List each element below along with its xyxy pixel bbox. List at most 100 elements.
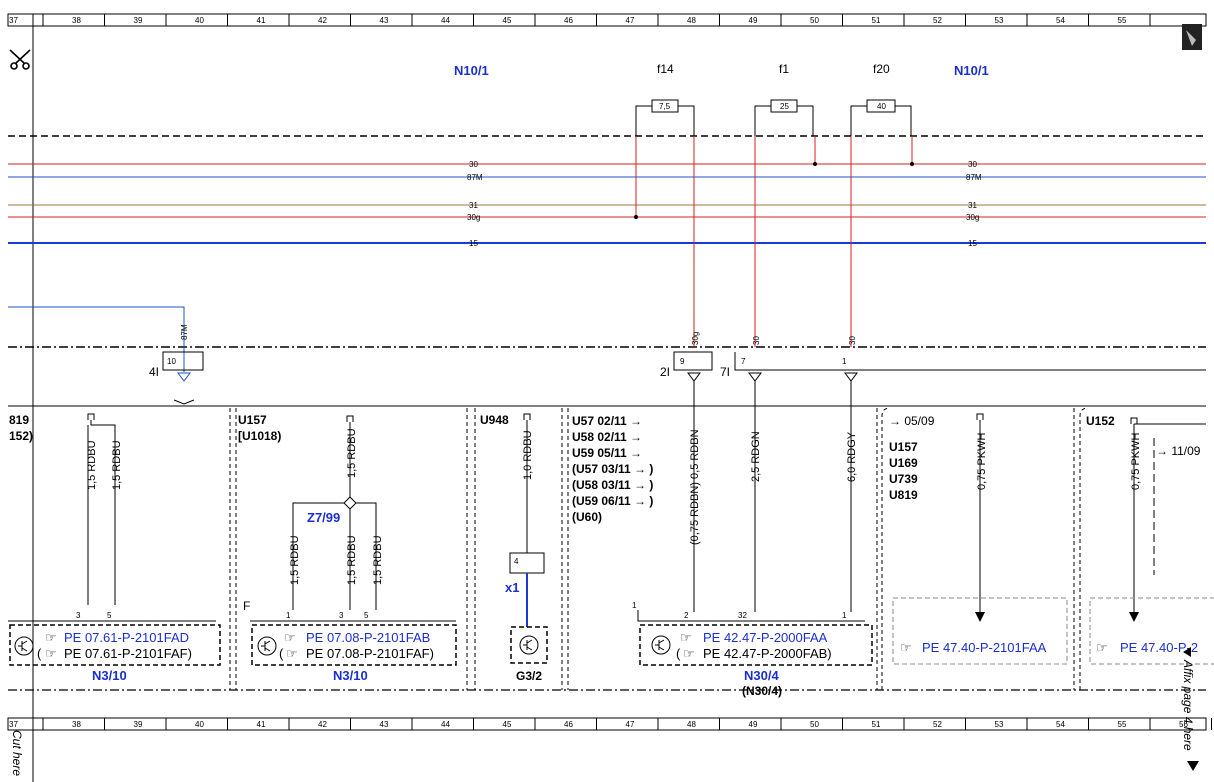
s3-conn: x1: [505, 580, 519, 595]
s2-pin-label: F: [243, 599, 250, 613]
s1-wire-1: 1,5 RDBU: [86, 440, 98, 490]
ruler-label: 53: [995, 720, 1004, 729]
s2-pe1-icon: ☞: [284, 630, 296, 645]
bus-30-label-left: 30: [469, 160, 478, 169]
s4-pin-2: 2: [684, 611, 689, 620]
fuse-f14-value: 7,5: [659, 102, 671, 111]
ruler-label: 44: [441, 16, 450, 25]
ruler-label: 51: [872, 16, 881, 25]
s4-name-2: (N30/4): [742, 684, 782, 698]
bus-31-label-right: 31: [968, 201, 977, 210]
s3-pin: 4: [514, 557, 519, 566]
s5-code-2: U169: [889, 456, 918, 470]
s2-node: Z7/99: [307, 510, 340, 525]
s4-wire-a: (0,75 RDBN) 0,5 RDBN: [689, 429, 701, 545]
connector-7i-label: 7I: [720, 365, 730, 379]
ruler-label: 38: [72, 720, 81, 729]
s5-code-4: U819: [889, 488, 918, 502]
s4-pe1[interactable]: PE 42.47-P-2000FAA: [703, 630, 828, 645]
ruler-label: 42: [318, 16, 327, 25]
transistor-icon: [257, 636, 277, 656]
connector-7i: 7I 7: [720, 352, 1206, 382]
page-corner-icon: [1182, 24, 1202, 50]
s4-wire-c: 6,0 RDGY: [846, 431, 858, 482]
splice-node: [343, 496, 357, 510]
ruler-label: 52: [933, 720, 942, 729]
s1-pe2[interactable]: PE 07.61-P-2101FAF): [64, 646, 192, 661]
bus-15: 15 15: [8, 239, 1206, 248]
ruler-top-frame: [7, 13, 1207, 27]
bus-30-label-right: 30: [968, 160, 977, 169]
bus-87m-label-left: 87M: [467, 173, 483, 182]
s6-arrow: → 11/09: [1156, 444, 1201, 458]
fuse-f20-value: 40: [877, 102, 886, 111]
s4-code-2: U58 02/11 →: [572, 430, 642, 444]
wire-label-30g: 30g: [691, 332, 700, 345]
bus-15-label-left: 15: [469, 239, 478, 248]
bus-87m-label-right: 87M: [966, 173, 982, 182]
bus-31: 31 31: [8, 201, 1206, 210]
connector-4i-pin: 10: [167, 357, 176, 366]
s2-code-1: U157: [238, 413, 267, 427]
ruler-label: 49: [749, 16, 758, 25]
section-1: 819 152) 1,5 RDBU 1,5 RDBU 3 5 ☞ PE 07.6…: [8, 408, 231, 690]
fuse-f14-name: f14: [657, 62, 674, 76]
s4-code-4: (U57 03/11 → ): [572, 462, 653, 476]
ruler-label: 37: [9, 16, 18, 25]
section-4: U57 02/11 → U58 02/11 → U59 05/11 → (U57…: [567, 381, 878, 698]
n10-left-label: N10/1: [454, 63, 489, 78]
fuse-f20-name: f20: [873, 62, 890, 76]
ruler-label: 45: [503, 16, 512, 25]
wire-label-30-b: 30: [848, 336, 857, 345]
s4-pe2[interactable]: PE 42.47-P-2000FAB): [703, 646, 832, 661]
transistor-icon: [519, 635, 539, 655]
ruler-label: 42: [318, 720, 327, 729]
wire-label-30-a: 30: [752, 336, 761, 345]
connector-2i: 2I 9: [660, 351, 713, 382]
s2-wire-1: 1,5 RDBU: [289, 535, 301, 585]
s2-pe2-icon: ☞: [286, 646, 298, 661]
s5-code-1: U157: [889, 440, 918, 454]
fuse-f1: f1 25: [754, 62, 814, 136]
section-2: U157 [U1018) 1,5 RDBU Z7/99 1,5 RDBU 1,5…: [235, 408, 468, 690]
s4-code-3: U59 05/11 →: [572, 446, 642, 460]
s5-wire: 0,75 PKWH: [976, 432, 988, 490]
s4-pin-3: 32: [738, 611, 747, 620]
s5-pe[interactable]: PE 47.40-P-2101FAA: [922, 640, 1047, 655]
fuse-bus-links: [634, 136, 914, 347]
s2-pe1[interactable]: PE 07.08-P-2101FAB: [306, 630, 430, 645]
fuse-f1-name: f1: [779, 62, 789, 76]
connector-2i-pin: 9: [680, 357, 685, 366]
s4-code-7: (U60): [572, 510, 602, 524]
ruler-label: 53: [995, 16, 1004, 25]
s5-arrow: → 05/09: [889, 414, 935, 428]
s4-code-6: (U59 06/11 → ): [572, 494, 653, 508]
ruler-label: 54: [1056, 720, 1065, 729]
scissors-icon: [9, 49, 31, 70]
s6-wire: 0,75 PKWH: [1130, 432, 1142, 490]
ruler-label: 43: [380, 720, 389, 729]
s2-wire-2: 1,5 RDBU: [346, 535, 358, 585]
ruler-label: 48: [687, 720, 696, 729]
s2-pin-3: 5: [364, 611, 369, 620]
s2-pe2[interactable]: PE 07.08-P-2101FAF): [306, 646, 434, 661]
s4-wire-b: 2,5 RDGN: [750, 431, 762, 482]
ruler-label: 39: [134, 720, 143, 729]
ruler-label: 40: [195, 16, 204, 25]
connector-7i-pin: 7: [741, 357, 746, 366]
affix-arrow-icon-2: [1187, 761, 1199, 771]
fuse-f14: f14 7,5: [635, 62, 695, 136]
s1-pe1[interactable]: PE 07.61-P-2101FAD: [64, 630, 189, 645]
s3-wire: 1,0 RDBU: [522, 430, 534, 480]
s2-wire-3: 1,5 RDBU: [372, 535, 384, 585]
fuse-f1-value: 25: [780, 102, 789, 111]
s4-pin-1: 1: [632, 601, 637, 610]
ruler-label: 37: [9, 720, 18, 729]
n10-right-label: N10/1: [954, 63, 989, 78]
section-6: U152 → 11/09 0,75 PKWH ☞ PE 47.40-P-2: [1079, 407, 1214, 690]
ruler-label: 40: [195, 720, 204, 729]
section-5: → 05/09 U157 U169 U739 U819 0,75 PKWH ☞ …: [881, 407, 1075, 690]
s2-pin-2: 3: [339, 611, 344, 620]
ruler-bottom: 37 38 39 40 41 42 43 44 45 46 47 48 49 50 51 52 53 54 55 56: [7, 717, 1212, 731]
ruler-label: 45: [503, 720, 512, 729]
